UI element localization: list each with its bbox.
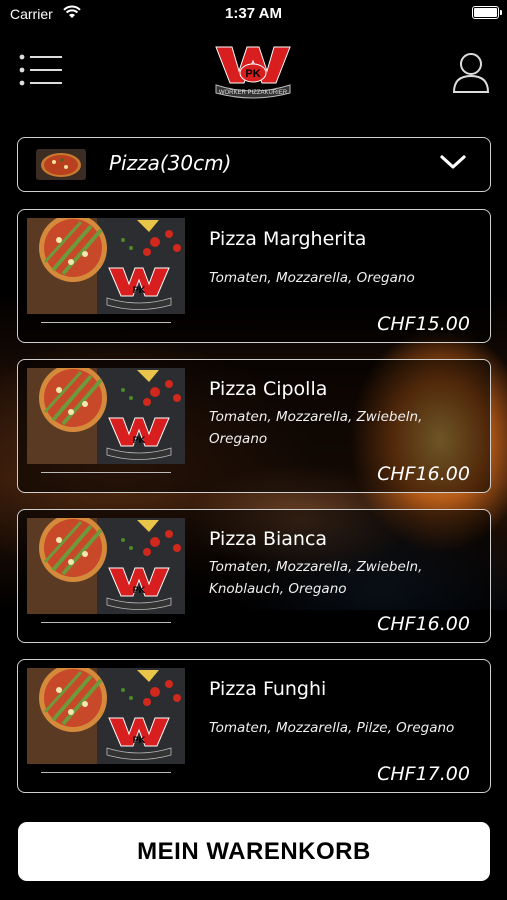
product-name: Pizza Margherita <box>209 228 367 250</box>
product-image: PK <box>27 668 185 764</box>
status-bar: Carrier 1:37 AM <box>0 0 507 28</box>
chevron-down-icon <box>440 155 466 169</box>
product-card[interactable]: PK Pizza Funghi Tomaten, Mozzarella, Pil… <box>17 659 491 793</box>
category-thumbnail <box>36 149 86 180</box>
product-description: Tomaten, Mozzarella, Pilze, Oregano <box>209 720 455 736</box>
product-description: Tomaten, Mozzarella, Oregano <box>209 270 415 286</box>
product-name: Pizza Funghi <box>209 678 327 700</box>
product-card[interactable]: PK Pizza Margherita Tomaten, Mozzarella,… <box>17 209 491 343</box>
svg-text:PK: PK <box>245 68 260 80</box>
product-name: Pizza Bianca <box>209 528 328 550</box>
product-price: CHF16.00 <box>377 613 470 635</box>
divider <box>41 322 171 323</box>
product-image: PK <box>27 368 185 464</box>
svg-text:WORKER PIZZAKURIER: WORKER PIZZAKURIER <box>219 90 288 96</box>
product-card[interactable]: PK Pizza Bianca Tomaten, Mozzarella, Zwi… <box>17 509 491 643</box>
clock: 1:37 AM <box>225 5 282 22</box>
cart-button-label: MEIN WARENKORB <box>137 837 371 865</box>
svg-text:PK: PK <box>133 435 146 445</box>
product-image: PK <box>27 218 185 314</box>
category-label: Pizza(30cm) <box>109 151 232 175</box>
category-dropdown[interactable]: Pizza(30cm) <box>17 137 491 192</box>
hamburger-menu-icon <box>19 54 62 86</box>
product-description: Tomaten, Mozzarella, Zwiebeln, Knoblauch… <box>209 559 423 597</box>
user-profile-button[interactable] <box>450 50 492 94</box>
brand-logo[interactable]: PK WORKER PIZZAKURIER <box>212 43 294 101</box>
divider <box>41 622 171 623</box>
product-image: PK <box>27 518 185 614</box>
cart-button[interactable]: MEIN WARENKORB <box>18 822 490 881</box>
battery-icon <box>472 6 502 19</box>
user-profile-icon <box>452 53 490 93</box>
menu-button[interactable] <box>18 53 66 89</box>
divider <box>41 772 171 773</box>
product-card[interactable]: PK Pizza Cipolla Tomaten, Mozzarella, Zw… <box>17 359 491 493</box>
product-description: Tomaten, Mozzarella, Zwiebeln, Oregano <box>209 409 423 447</box>
svg-text:PK: PK <box>133 735 146 745</box>
svg-text:PK: PK <box>133 285 146 295</box>
svg-text:PK: PK <box>133 585 146 595</box>
product-list: PK Pizza Margherita Tomaten, Mozzarella,… <box>17 209 491 809</box>
divider <box>41 472 171 473</box>
product-price: CHF17.00 <box>377 763 470 785</box>
product-name: Pizza Cipolla <box>209 378 328 400</box>
product-price: CHF15.00 <box>377 313 470 335</box>
product-price: CHF16.00 <box>377 463 470 485</box>
